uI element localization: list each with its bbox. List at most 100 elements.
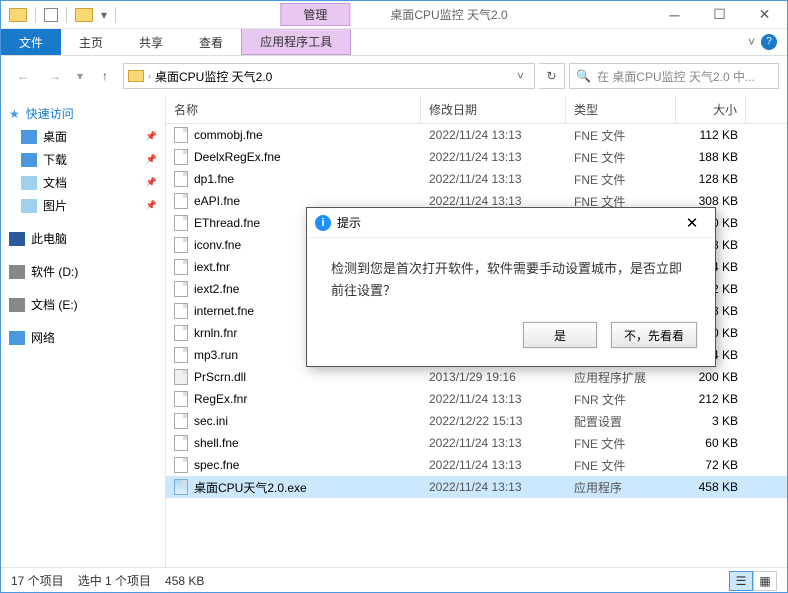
dialog-yes-button[interactable]: 是 <box>523 322 597 348</box>
file-row[interactable]: PrScrn.dll2013/1/29 19:16应用程序扩展200 KB <box>166 366 787 388</box>
col-type[interactable]: 类型 <box>566 96 676 123</box>
file-date: 2013/1/29 19:16 <box>421 370 566 384</box>
file-icon <box>174 259 188 275</box>
file-name: dp1.fne <box>194 172 234 186</box>
view-details-button[interactable]: ☰ <box>729 571 753 591</box>
file-size: 128 KB <box>676 172 746 186</box>
file-icon <box>174 237 188 253</box>
file-size: 458 KB <box>676 480 746 494</box>
file-row[interactable]: shell.fne2022/11/24 13:13FNE 文件60 KB <box>166 432 787 454</box>
file-row[interactable]: dp1.fne2022/11/24 13:13FNE 文件128 KB <box>166 168 787 190</box>
file-type: 应用程序 <box>566 479 676 496</box>
file-name: sec.ini <box>194 414 228 428</box>
file-icon <box>174 413 188 429</box>
pin-icon: 📌 <box>146 200 157 211</box>
file-row[interactable]: spec.fne2022/11/24 13:13FNE 文件72 KB <box>166 454 787 476</box>
tab-view[interactable]: 查看 <box>181 29 241 55</box>
sidebar-quick-access[interactable]: ★ 快速访问 <box>1 102 165 125</box>
column-headers: 名称 修改日期 类型 大小 <box>166 96 787 124</box>
ribbon-tabs: 文件 主页 共享 查看 应用程序工具 ˅ ? <box>1 29 787 56</box>
file-date: 2022/11/24 13:13 <box>421 458 566 472</box>
file-row[interactable]: 桌面CPU天气2.0.exe 2022/11/24 13:13应用程序458 KB <box>166 476 787 498</box>
file-row[interactable]: commobj.fne2022/11/24 13:13FNE 文件112 KB <box>166 124 787 146</box>
folder-icon <box>128 70 144 82</box>
file-size: 308 KB <box>676 194 746 208</box>
refresh-button[interactable]: ↻ <box>539 63 565 89</box>
nav-back-button[interactable]: ← <box>9 62 37 90</box>
star-icon: ★ <box>9 107 20 121</box>
file-icon <box>174 391 188 407</box>
view-icons-button[interactable]: ▦ <box>753 571 777 591</box>
file-name: PrScrn.dll <box>194 370 246 384</box>
message-dialog: i 提示 ✕ 检测到您是首次打开软件，软件需要手动设置城市，是否立即前往设置？ … <box>306 207 716 367</box>
file-icon <box>174 149 188 165</box>
dialog-titlebar: i 提示 ✕ <box>307 208 715 238</box>
folder-icon[interactable] <box>75 8 93 22</box>
sidebar-network[interactable]: 网络 <box>1 326 165 349</box>
minimize-button[interactable]: ─ <box>652 1 697 29</box>
address-dropdown[interactable]: ˅ <box>511 69 530 83</box>
dialog-close-button[interactable]: ✕ <box>677 214 707 232</box>
file-name: DeelxRegEx.fne <box>194 150 281 164</box>
file-icon <box>174 347 188 363</box>
sidebar-drive-d[interactable]: 软件 (D:) <box>1 260 165 283</box>
tab-home[interactable]: 主页 <box>61 29 121 55</box>
tab-share[interactable]: 共享 <box>121 29 181 55</box>
col-name[interactable]: 名称 <box>166 96 421 123</box>
file-icon <box>174 127 188 143</box>
nav-up-button[interactable]: ↑ <box>91 62 119 90</box>
pc-icon <box>9 232 25 246</box>
file-icon <box>174 479 188 495</box>
col-date[interactable]: 修改日期 <box>421 96 566 123</box>
search-icon: 🔍 <box>576 69 591 83</box>
file-name: 桌面CPU天气2.0.exe <box>194 479 307 496</box>
address-box[interactable]: › 桌面CPU监控 天气2.0 ˅ <box>123 63 535 89</box>
network-icon <box>9 331 25 345</box>
qat-dropdown[interactable]: ▾ <box>101 8 107 22</box>
nav-history-dropdown[interactable]: ▾ <box>73 62 87 90</box>
tab-file[interactable]: 文件 <box>1 29 61 55</box>
file-row[interactable]: DeelxRegEx.fne2022/11/24 13:13FNE 文件188 … <box>166 146 787 168</box>
sidebar-pictures[interactable]: 图片📌 <box>1 194 165 217</box>
file-size: 3 KB <box>676 414 746 428</box>
file-icon <box>174 325 188 341</box>
file-icon <box>174 369 188 385</box>
dialog-no-button[interactable]: 不，先看看 <box>611 322 697 348</box>
sidebar-downloads[interactable]: 下载📌 <box>1 148 165 171</box>
ribbon-expand-icon[interactable]: ˅ <box>748 35 755 49</box>
file-name: commobj.fne <box>194 128 263 142</box>
file-size: 60 KB <box>676 436 746 450</box>
tab-app-tools[interactable]: 应用程序工具 <box>241 29 351 55</box>
pin-icon: 📌 <box>146 131 157 142</box>
breadcrumb[interactable]: 桌面CPU监控 天气2.0 <box>151 68 276 85</box>
sidebar-desktop[interactable]: 桌面📌 <box>1 125 165 148</box>
file-date: 2022/11/24 13:13 <box>421 436 566 450</box>
file-name: iext2.fne <box>194 282 239 296</box>
pin-icon: 📌 <box>146 177 157 188</box>
help-icon[interactable]: ? <box>761 34 777 50</box>
search-placeholder: 在 桌面CPU监控 天气2.0 中... <box>597 68 755 85</box>
file-type: FNE 文件 <box>566 149 676 166</box>
search-input[interactable]: 🔍 在 桌面CPU监控 天气2.0 中... <box>569 63 779 89</box>
sidebar-drive-e[interactable]: 文档 (E:) <box>1 293 165 316</box>
status-size: 458 KB <box>165 574 204 588</box>
file-type: 应用程序扩展 <box>566 369 676 386</box>
qat-item[interactable] <box>44 8 58 22</box>
file-row[interactable]: RegEx.fnr2022/11/24 13:13FNR 文件212 KB <box>166 388 787 410</box>
sidebar-documents[interactable]: 文档📌 <box>1 171 165 194</box>
sidebar-this-pc[interactable]: 此电脑 <box>1 227 165 250</box>
file-name: mp3.run <box>194 348 238 362</box>
nav-forward-button[interactable]: → <box>41 62 69 90</box>
file-name: iconv.fne <box>194 238 241 252</box>
close-button[interactable]: ✕ <box>742 1 787 29</box>
folder-icon <box>9 8 27 22</box>
file-name: iext.fnr <box>194 260 230 274</box>
file-date: 2022/11/24 13:13 <box>421 480 566 494</box>
file-date: 2022/11/24 13:13 <box>421 194 566 208</box>
maximize-button[interactable]: ☐ <box>697 1 742 29</box>
file-icon <box>174 303 188 319</box>
file-icon <box>174 435 188 451</box>
file-row[interactable]: sec.ini2022/12/22 15:13配置设置3 KB <box>166 410 787 432</box>
col-size[interactable]: 大小 <box>676 96 746 123</box>
file-size: 72 KB <box>676 458 746 472</box>
